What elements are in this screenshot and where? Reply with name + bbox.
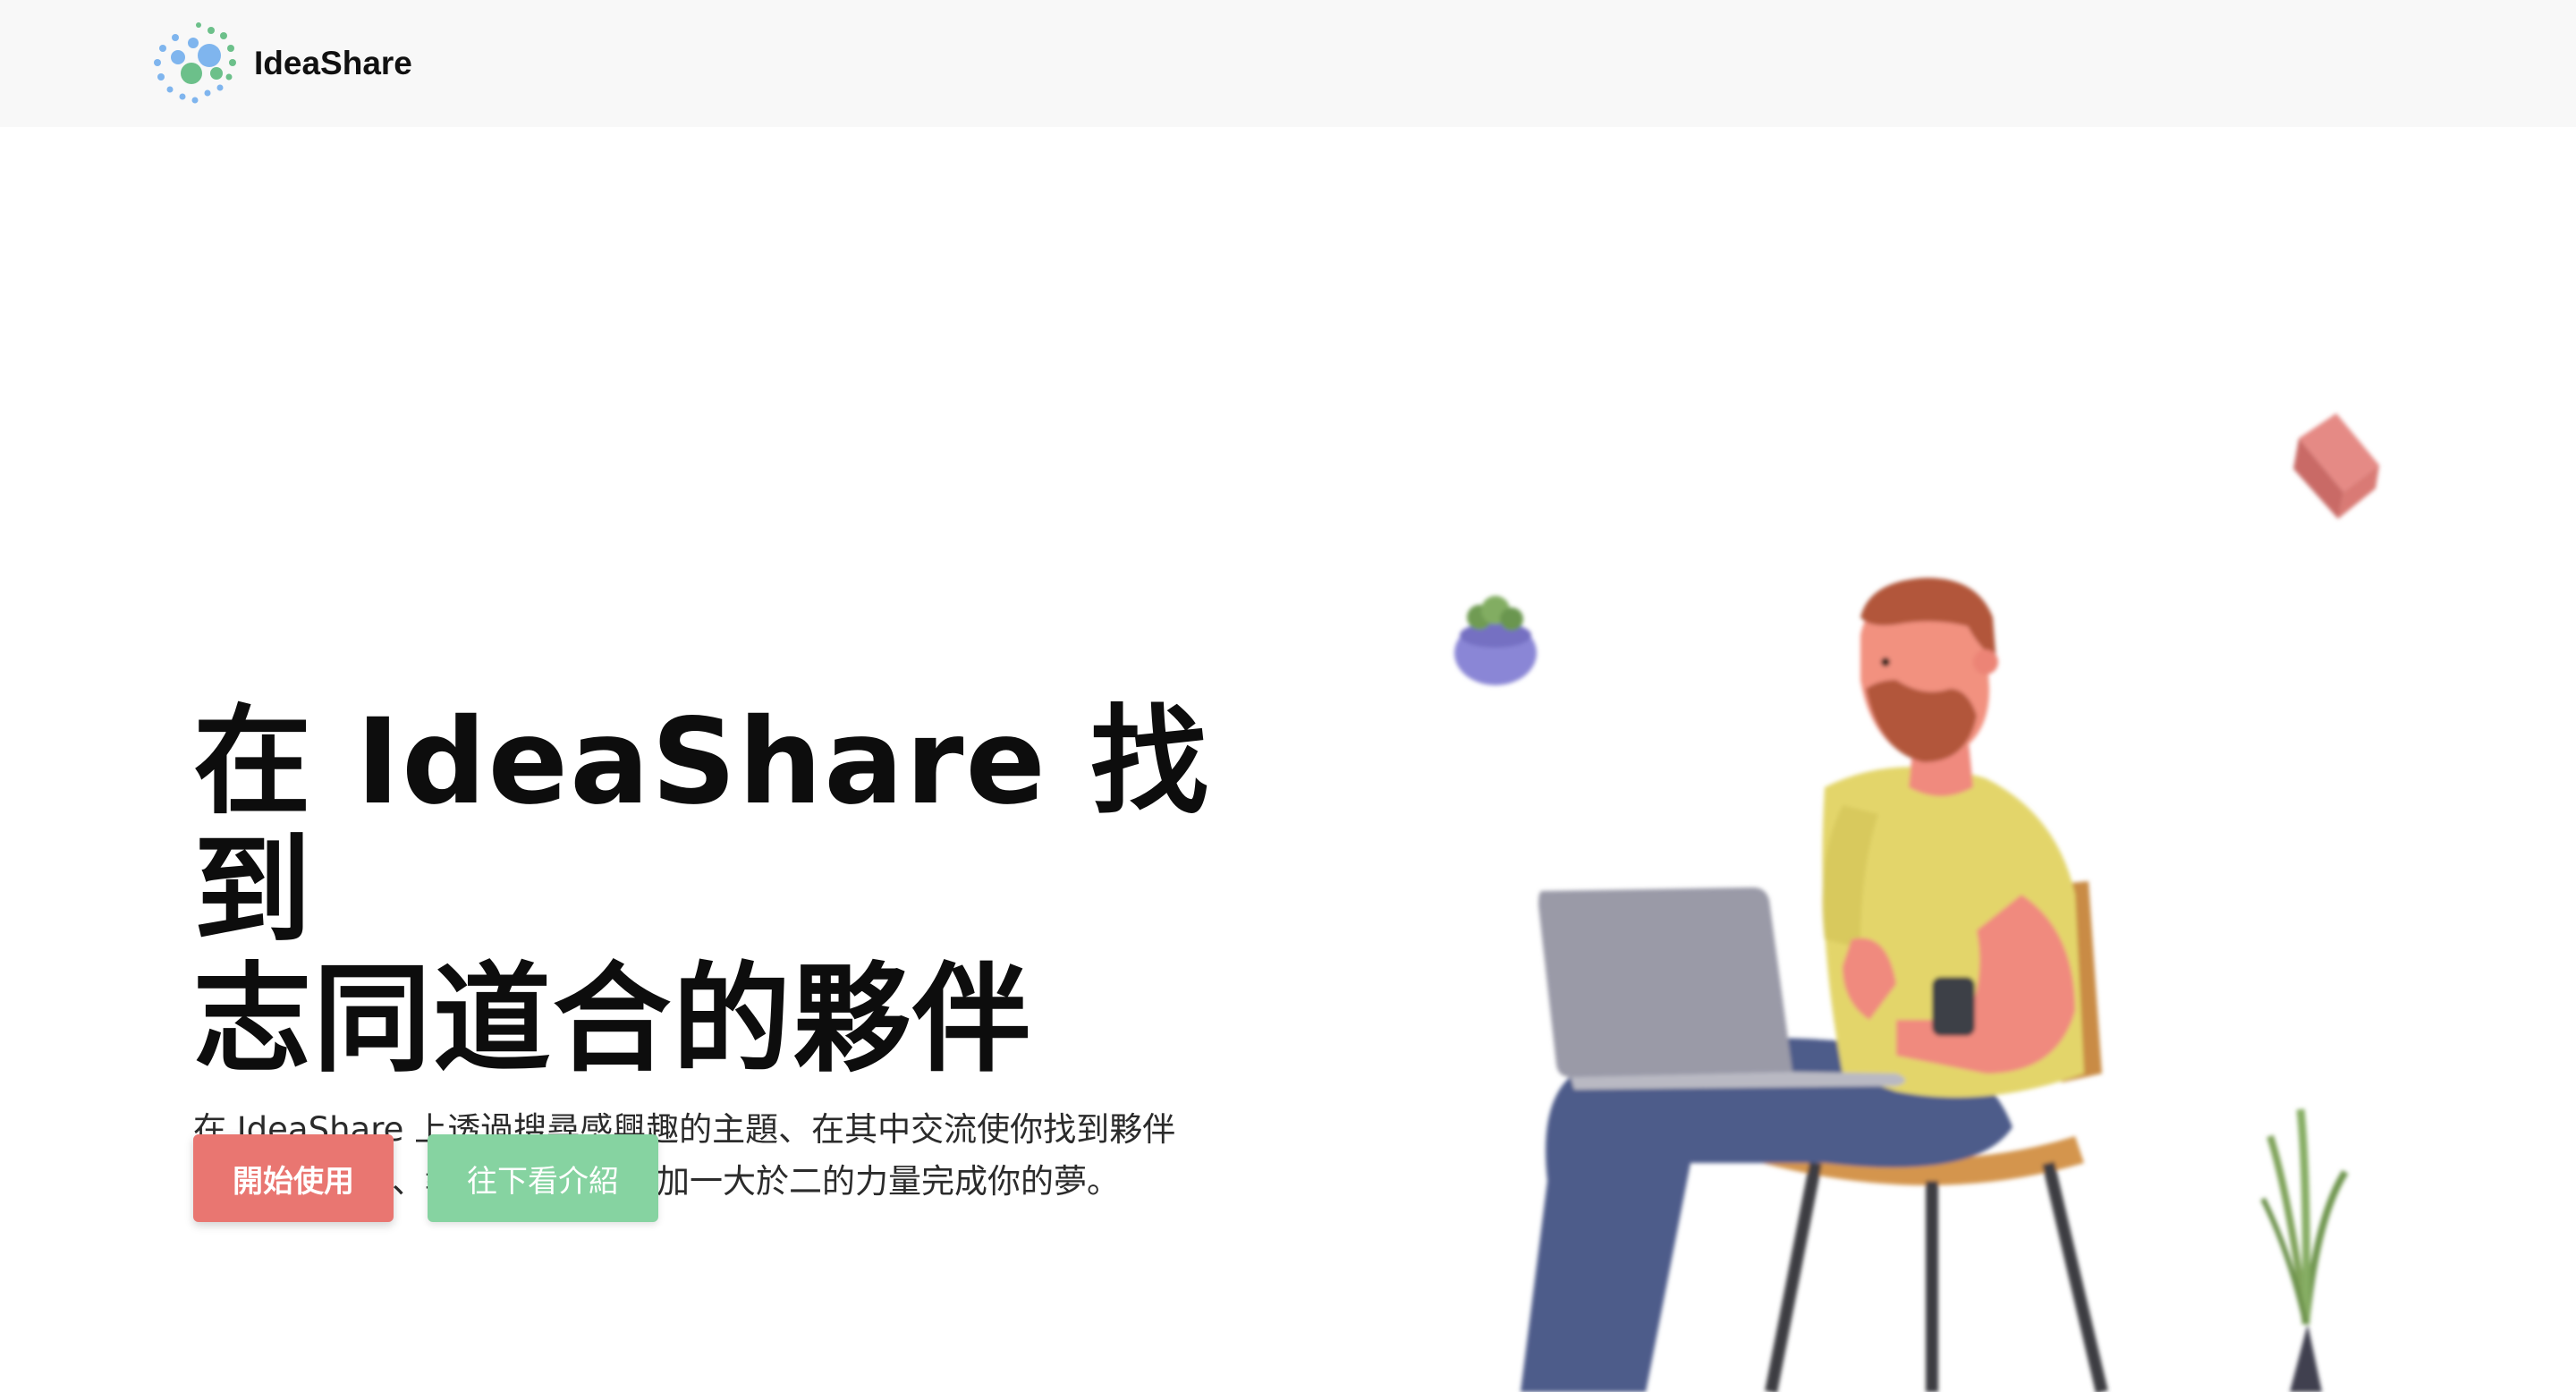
head	[1860, 577, 1998, 796]
scroll-down-intro-button[interactable]: 往下看介紹	[428, 1134, 658, 1222]
navbar: IdeaShare	[0, 0, 2576, 127]
floating-block-icon	[2293, 413, 2379, 519]
hero-title-line2: 志同道合的夥伴	[193, 951, 1032, 1089]
plant-pot-icon	[1454, 596, 1537, 685]
dots-logo-icon	[154, 22, 236, 104]
hero-section: 在 IdeaShare 找到 志同道合的夥伴 在 IdeaShare 上透過搜尋…	[193, 698, 1267, 1208]
vase-plant-icon	[2260, 1108, 2349, 1392]
hero-title: 在 IdeaShare 找到 志同道合的夥伴	[193, 698, 1267, 1084]
hero-title-line1: 在 IdeaShare 找到	[193, 693, 1210, 960]
start-button[interactable]: 開始使用	[193, 1134, 394, 1222]
brand-name: IdeaShare	[254, 45, 412, 81]
hero-actions: 開始使用 往下看介紹	[193, 1134, 658, 1222]
person-with-laptop-illustration	[1454, 413, 2379, 1392]
brand-link[interactable]: IdeaShare	[148, 16, 412, 111]
